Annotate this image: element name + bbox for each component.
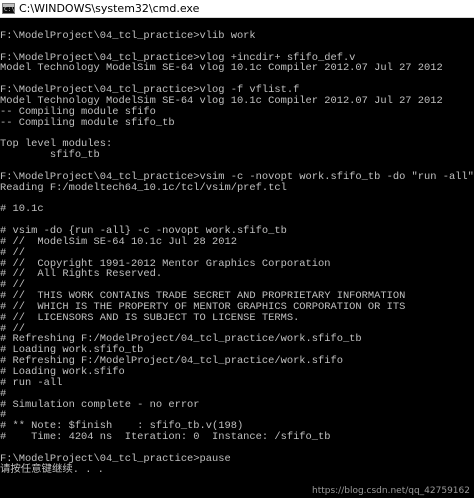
console-line: sfifo_tb <box>0 149 100 162</box>
console-line: # // ModelSim SE-64 10.1c Jul 28 2012 <box>0 235 237 248</box>
console-line: # Simulation complete - no error <box>0 398 200 411</box>
console-line: 请按任意键继续. . . <box>0 463 104 476</box>
console-line: F:\ModelProject\04_tcl_practice>vlib wor… <box>0 29 256 42</box>
title-bar[interactable]: C:\ C:\WINDOWS\system32\cmd.exe <box>0 0 474 18</box>
console-line: # Loading work.sfifo <box>0 366 125 378</box>
cmd-icon-label: C:\ <box>4 6 15 13</box>
console-line: # <box>0 387 7 400</box>
console-line: # // <box>0 246 25 259</box>
window-title: C:\WINDOWS\system32\cmd.exe <box>19 1 200 15</box>
console-line: Reading F:/modeltech64_10.1c/tcl/vsim/pr… <box>0 181 287 194</box>
watermark: https://blog.csdn.net/qq_42759162 <box>311 486 470 496</box>
console-line: -- Compiling module sfifo_tb <box>0 116 175 129</box>
console-line: F:\ModelProject\04_tcl_practice>pause <box>0 452 231 465</box>
console-line: # Time: 4204 ns Iteration: 0 Instance: /… <box>0 431 331 444</box>
cmd-icon: C:\ <box>2 3 15 14</box>
console-line: Model Technology ModelSim SE-64 vlog 10.… <box>0 62 443 75</box>
cmd-window: C:\ C:\WINDOWS\system32\cmd.exe F:\Model… <box>0 0 474 498</box>
console-output[interactable]: F:\ModelProject\04_tcl_practice>vlib wor… <box>0 20 474 498</box>
console-line: # run -all <box>0 376 63 389</box>
console-line: # 10.1c <box>0 203 44 216</box>
console-line: # // All Rights Reserved. <box>0 268 163 281</box>
console-line: -- Compiling module sfifo <box>0 105 156 118</box>
console-line: # // LICENSORS AND IS SUBJECT TO LICENSE… <box>0 311 300 324</box>
